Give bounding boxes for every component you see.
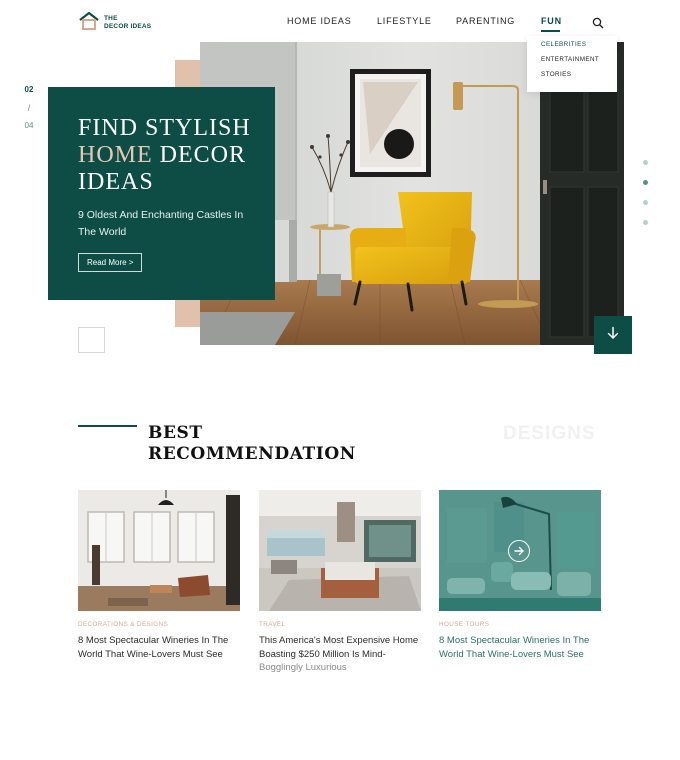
nav-item-fun[interactable]: FUN bbox=[541, 16, 562, 26]
article-title[interactable]: This America's Most Expensive Home Boast… bbox=[259, 634, 421, 675]
article-category: HOUSE TOURS bbox=[439, 621, 490, 628]
fun-dropdown-menu: CELEBRITIES ENTERTAINMENT STORIES bbox=[527, 36, 617, 92]
slide-dots bbox=[643, 160, 649, 240]
dropdown-item-entertainment[interactable]: ENTERTAINMENT bbox=[541, 56, 599, 63]
slide-separator: / bbox=[27, 103, 31, 113]
dropdown-item-stories[interactable]: STORIES bbox=[541, 71, 571, 78]
hero-card: FIND STYLISH HOME DECOR IDEAS 9 Oldest A… bbox=[48, 87, 275, 300]
decorative-square bbox=[78, 327, 105, 353]
hero-title-accent: HOME bbox=[78, 142, 153, 168]
slide-total: 04 bbox=[24, 121, 34, 130]
search-icon[interactable] bbox=[592, 16, 604, 29]
hero-subtitle: 9 Oldest And Enchanting Castles In The W… bbox=[78, 209, 244, 238]
main-nav: HOME IDEAS LIFESTYLE PARENTING FUN bbox=[0, 16, 680, 28]
nav-item-home-ideas[interactable]: HOME IDEAS bbox=[287, 16, 352, 26]
section-title-line-2: RECOMMENDATION bbox=[148, 444, 356, 464]
slide-dot-1[interactable] bbox=[643, 160, 648, 165]
arrow-down-icon bbox=[606, 326, 620, 345]
section-divider bbox=[78, 425, 137, 427]
nav-active-underline bbox=[541, 30, 560, 32]
nav-item-lifestyle[interactable]: LIFESTYLE bbox=[377, 16, 432, 26]
section-title-line-1: BEST bbox=[148, 423, 203, 443]
article-title[interactable]: 8 Most Spectacular Wineries In The World… bbox=[439, 634, 601, 661]
hero-title-line-3: IDEAS bbox=[78, 169, 154, 195]
section-watermark: DESIGNS bbox=[503, 423, 596, 444]
slide-counter: 02 / 04 bbox=[20, 85, 38, 130]
article-title-text: This America's Most Expensive Home Boast… bbox=[259, 635, 419, 660]
article-image[interactable] bbox=[259, 490, 421, 611]
hero-title-line-2: DECOR bbox=[152, 142, 247, 168]
scroll-down-button[interactable] bbox=[594, 316, 632, 354]
article-category: DECORATIONS & DESIGNS bbox=[78, 621, 169, 628]
article-image[interactable] bbox=[439, 490, 601, 611]
article-category: TRAVEL bbox=[259, 621, 286, 628]
article-title-text: 8 Most Spectacular Wineries In The World… bbox=[439, 635, 590, 660]
article-card[interactable]: HOUSE TOURS 8 Most Spectacular Wineries … bbox=[439, 490, 601, 661]
article-title[interactable]: 8 Most Spectacular Wineries In The World… bbox=[78, 634, 240, 661]
article-title-text: 8 Most Spectacular Wineries In The World… bbox=[78, 635, 229, 660]
slide-dot-4[interactable] bbox=[643, 220, 648, 225]
nav-item-parenting[interactable]: PARENTING bbox=[456, 16, 515, 26]
article-image[interactable] bbox=[78, 490, 240, 611]
read-more-button[interactable]: Read More > bbox=[78, 253, 143, 272]
article-card[interactable]: DECORATIONS & DESIGNS 8 Most Spectacular… bbox=[78, 490, 240, 661]
slide-dot-2[interactable] bbox=[643, 180, 648, 185]
hero-title-line-1: FIND STYLISH bbox=[78, 115, 251, 141]
slide-dot-3[interactable] bbox=[643, 200, 648, 205]
arrow-right-icon[interactable] bbox=[508, 540, 530, 562]
article-title-text-continued: Bogglingly Luxurious bbox=[259, 662, 347, 673]
section-title: BEST RECOMMENDATION bbox=[148, 423, 356, 465]
hero-title: FIND STYLISH HOME DECOR IDEAS bbox=[78, 115, 268, 196]
slide-current: 02 bbox=[24, 85, 34, 94]
article-card[interactable]: TRAVEL This America's Most Expensive Hom… bbox=[259, 490, 421, 675]
dropdown-item-celebrities[interactable]: CELEBRITIES bbox=[541, 41, 586, 48]
